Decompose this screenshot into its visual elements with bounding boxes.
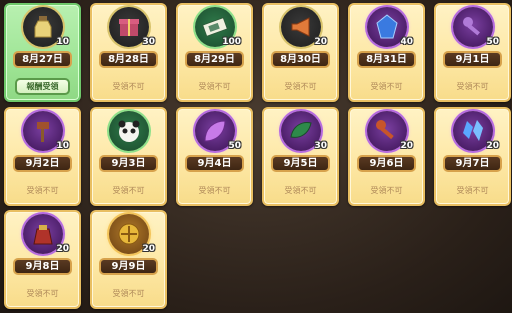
- date-label: 9月5日: [271, 155, 330, 172]
- claim-reward-button[interactable]: 報酬受領: [15, 78, 70, 95]
- date-label: 9月1日: [443, 51, 502, 68]
- date-label: 8月28日: [99, 51, 158, 68]
- reward-card-day-14[interactable]: 20 9月9日 受領不可: [90, 210, 167, 309]
- status-label: 受領不可: [370, 186, 403, 195]
- reward-card-day-4[interactable]: 20 8月30日 受領不可: [262, 3, 339, 102]
- item-quantity: 20: [56, 244, 69, 254]
- date-label: 9月7日: [443, 155, 502, 172]
- item-quantity: 30: [142, 37, 155, 47]
- reward-card-day-7[interactable]: 10 9月2日 受領不可: [4, 107, 81, 206]
- reward-card-day-8[interactable]: 9月3日 受領不可: [90, 107, 167, 206]
- reward-card-day-6[interactable]: 50 9月1日 受領不可: [434, 3, 511, 102]
- item-quantity: 20: [142, 244, 155, 254]
- item-quantity: 10: [56, 141, 69, 151]
- reward-card-day-10[interactable]: 30 9月5日 受領不可: [262, 107, 339, 206]
- item-quantity: 100: [222, 37, 241, 47]
- item-quantity: 40: [400, 37, 413, 47]
- reward-card-day-12[interactable]: 20 9月7日 受領不可: [434, 107, 511, 206]
- status-label: 受領不可: [26, 186, 59, 195]
- item-quantity: 50: [228, 141, 241, 151]
- date-label: 9月8日: [13, 258, 72, 275]
- status-label: 受領不可: [456, 186, 489, 195]
- date-label: 8月27日: [13, 51, 72, 68]
- date-label: 8月31日: [357, 51, 416, 68]
- status-label: 受領不可: [198, 82, 231, 91]
- reward-card-day-13[interactable]: 20 9月8日 受領不可: [4, 210, 81, 309]
- date-label: 9月2日: [13, 155, 72, 172]
- date-label: 9月6日: [357, 155, 416, 172]
- login-bonus-grid: 10 8月27日 報酬受領 30 8月28日 受領不可 100 8月29日 受領…: [4, 3, 511, 311]
- status-label: 受領不可: [284, 186, 317, 195]
- item-quantity: 20: [486, 141, 499, 151]
- status-label: 受領不可: [284, 82, 317, 91]
- date-label: 9月3日: [99, 155, 158, 172]
- date-label: 9月4日: [185, 155, 244, 172]
- reward-card-day-3[interactable]: 100 8月29日 受領不可: [176, 3, 253, 102]
- item-quantity: 30: [314, 141, 327, 151]
- reward-card-day-9[interactable]: 50 9月4日 受領不可: [176, 107, 253, 206]
- item-quantity: 50: [486, 37, 499, 47]
- item-quantity: 20: [400, 141, 413, 151]
- date-label: 8月29日: [185, 51, 244, 68]
- reward-card-day-2[interactable]: 30 8月28日 受領不可: [90, 3, 167, 102]
- status-label: 受領不可: [112, 82, 145, 91]
- status-label: 受領不可: [26, 289, 59, 298]
- status-label: 受領不可: [198, 186, 231, 195]
- date-label: 8月30日: [271, 51, 330, 68]
- panda-character-icon: [109, 111, 149, 151]
- status-label: 受領不可: [112, 186, 145, 195]
- status-label: 受領不可: [456, 82, 489, 91]
- reward-card-day-11[interactable]: 20 9月6日 受領不可: [348, 107, 425, 206]
- status-label: 受領不可: [112, 289, 145, 298]
- reward-card-day-5[interactable]: 40 8月31日 受領不可: [348, 3, 425, 102]
- reward-card-day-1[interactable]: 10 8月27日 報酬受領: [4, 3, 81, 102]
- status-label: 受領不可: [370, 82, 403, 91]
- item-quantity: 20: [314, 37, 327, 47]
- date-label: 9月9日: [99, 258, 158, 275]
- item-quantity: 10: [56, 37, 69, 47]
